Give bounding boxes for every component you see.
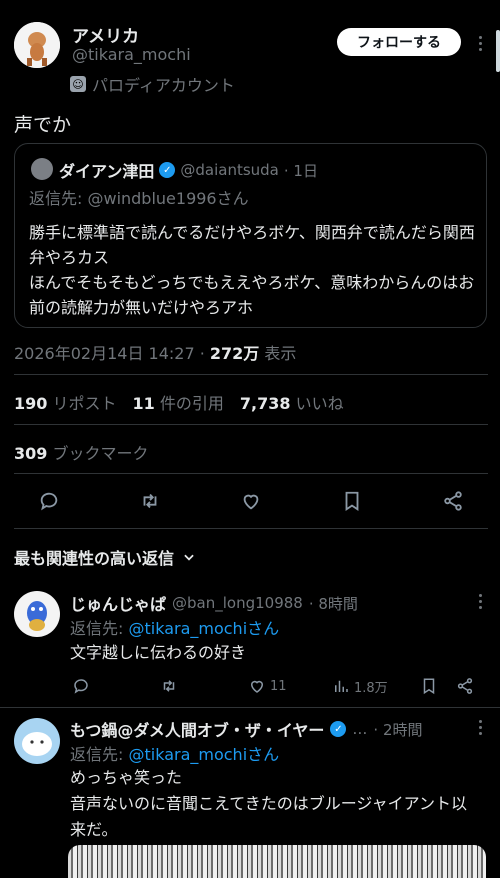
reply-action-bar: 11 1.8万 (72, 676, 476, 696)
reply-author-handle[interactable]: … (352, 720, 367, 738)
reply-reply-to: 返信先: @tikara_mochiさん (70, 619, 280, 638)
quoted-author-handle: @daiantsuda (180, 161, 279, 179)
views-count: 272万 (209, 344, 260, 363)
reply-icon[interactable] (38, 490, 60, 512)
reply-to-link[interactable]: @tikara_mochiさん (128, 619, 279, 638)
quoted-tweet-text: 勝手に標準語で読んでるだけやろボケ、関西弁で読んだら関西弁やろカス ほんでそもそ… (29, 223, 475, 317)
reply-views-button[interactable]: 1.8万 (332, 677, 388, 696)
tweet-action-bar (14, 486, 488, 516)
parody-label-text: パロディアカウント (92, 76, 235, 95)
quoted-author-row: ダイアン津田 ✓ @daiantsuda · 1日 (59, 158, 318, 182)
reply-icon (74, 679, 88, 694)
like-icon (250, 680, 264, 693)
repost-icon (163, 680, 175, 692)
parody-account-label: ☺ パロディアカウント (70, 72, 235, 96)
reply-time[interactable]: · 8時間 (309, 593, 358, 614)
reply-text: 文字越しに伝わるの好き (70, 643, 247, 662)
divider (14, 424, 488, 425)
like-icon[interactable] (240, 490, 262, 512)
tweet-timestamp-row: 2026年02月14日 14:27 · 272万 表示 (14, 344, 297, 363)
reply-more-icon[interactable] (472, 717, 488, 737)
mask-icon: ☺ (70, 76, 86, 92)
chevron-down-icon (184, 554, 194, 561)
reply-author-name[interactable]: もつ鍋@ダメ人間オブ・ザ・イヤー (70, 717, 324, 741)
share-icon[interactable] (442, 490, 464, 512)
verified-badge-icon: ✓ (159, 162, 176, 178)
likes-stat[interactable]: 7,738 いいね (240, 390, 344, 414)
divider (14, 473, 488, 474)
reply-share-button[interactable] (456, 677, 474, 695)
reply-avatar[interactable] (14, 718, 60, 764)
more-options-icon[interactable] (472, 30, 488, 56)
reply-text: めっちゃ笑った 音声ないのに音聞こえてきたのはブルージャイアント以来だ。 (70, 768, 467, 839)
reply-reply-button[interactable] (72, 677, 90, 695)
bookmark-icon[interactable] (341, 490, 363, 512)
quoted-reply-to: 返信先: @windblue1996さん (29, 189, 249, 208)
views-label: 表示 (264, 344, 297, 363)
reply-author-row: もつ鍋@ダメ人間オブ・ザ・イヤー ✓ … · 2時間 (70, 717, 423, 741)
author-display-name[interactable]: アメリカ (72, 22, 139, 47)
quotes-stat[interactable]: 11 件の引用 (133, 390, 224, 414)
reply-like-count: 11 (270, 678, 287, 694)
follow-button[interactable]: フォローする (337, 28, 461, 56)
quoted-time: · 1日 (283, 161, 318, 180)
quoted-author-avatar (31, 158, 53, 180)
share-icon (457, 678, 473, 694)
reply-time[interactable]: · 2時間 (373, 719, 422, 740)
reply-reply-to: 返信先: @tikara_mochiさん (70, 745, 280, 764)
bookmark-icon (423, 678, 435, 695)
engagement-stats: 190 リポスト 11 件の引用 7,738 いいね (14, 390, 344, 414)
bookmarks-stat[interactable]: 309 ブックマーク (14, 440, 149, 464)
tweet-text: 声でか (14, 114, 72, 136)
reposts-stat[interactable]: 190 リポスト (14, 390, 117, 414)
quoted-author-name: ダイアン津田 (59, 162, 155, 181)
author-handle[interactable]: @tikara_mochi (72, 45, 191, 64)
reply-sort-dropdown[interactable]: 最も関連性の高い返信 (14, 545, 196, 569)
reply-author-handle[interactable]: @ban_long10988 (172, 594, 303, 612)
reply-like-button[interactable]: 11 (248, 677, 287, 695)
reply-to-link[interactable]: @tikara_mochiさん (128, 745, 279, 764)
quoted-tweet-card[interactable]: ダイアン津田 ✓ @daiantsuda · 1日 返信先: @windblue… (14, 143, 487, 328)
tweet-timestamp[interactable]: 2026年02月14日 14:27 (14, 344, 195, 363)
reply-more-icon[interactable] (472, 591, 488, 611)
reply-views-count: 1.8万 (354, 680, 388, 696)
scrollbar[interactable] (496, 30, 500, 72)
reply-media-image[interactable] (68, 845, 486, 878)
sort-label: 最も関連性の高い返信 (14, 549, 175, 568)
views-chart-icon (335, 680, 348, 692)
repost-icon[interactable] (139, 490, 161, 512)
divider (14, 528, 488, 529)
reply-repost-button[interactable] (160, 677, 178, 695)
author-avatar[interactable] (14, 22, 60, 68)
reply-avatar[interactable] (14, 591, 60, 637)
divider (14, 374, 488, 375)
reply-bookmark-button[interactable] (420, 677, 438, 695)
reply-author-row: じゅんじゃぱ @ban_long10988 · 8時間 (70, 591, 358, 615)
verified-badge-icon: ✓ (330, 721, 347, 737)
reply-author-name[interactable]: じゅんじゃぱ (70, 591, 166, 615)
divider (0, 707, 500, 708)
